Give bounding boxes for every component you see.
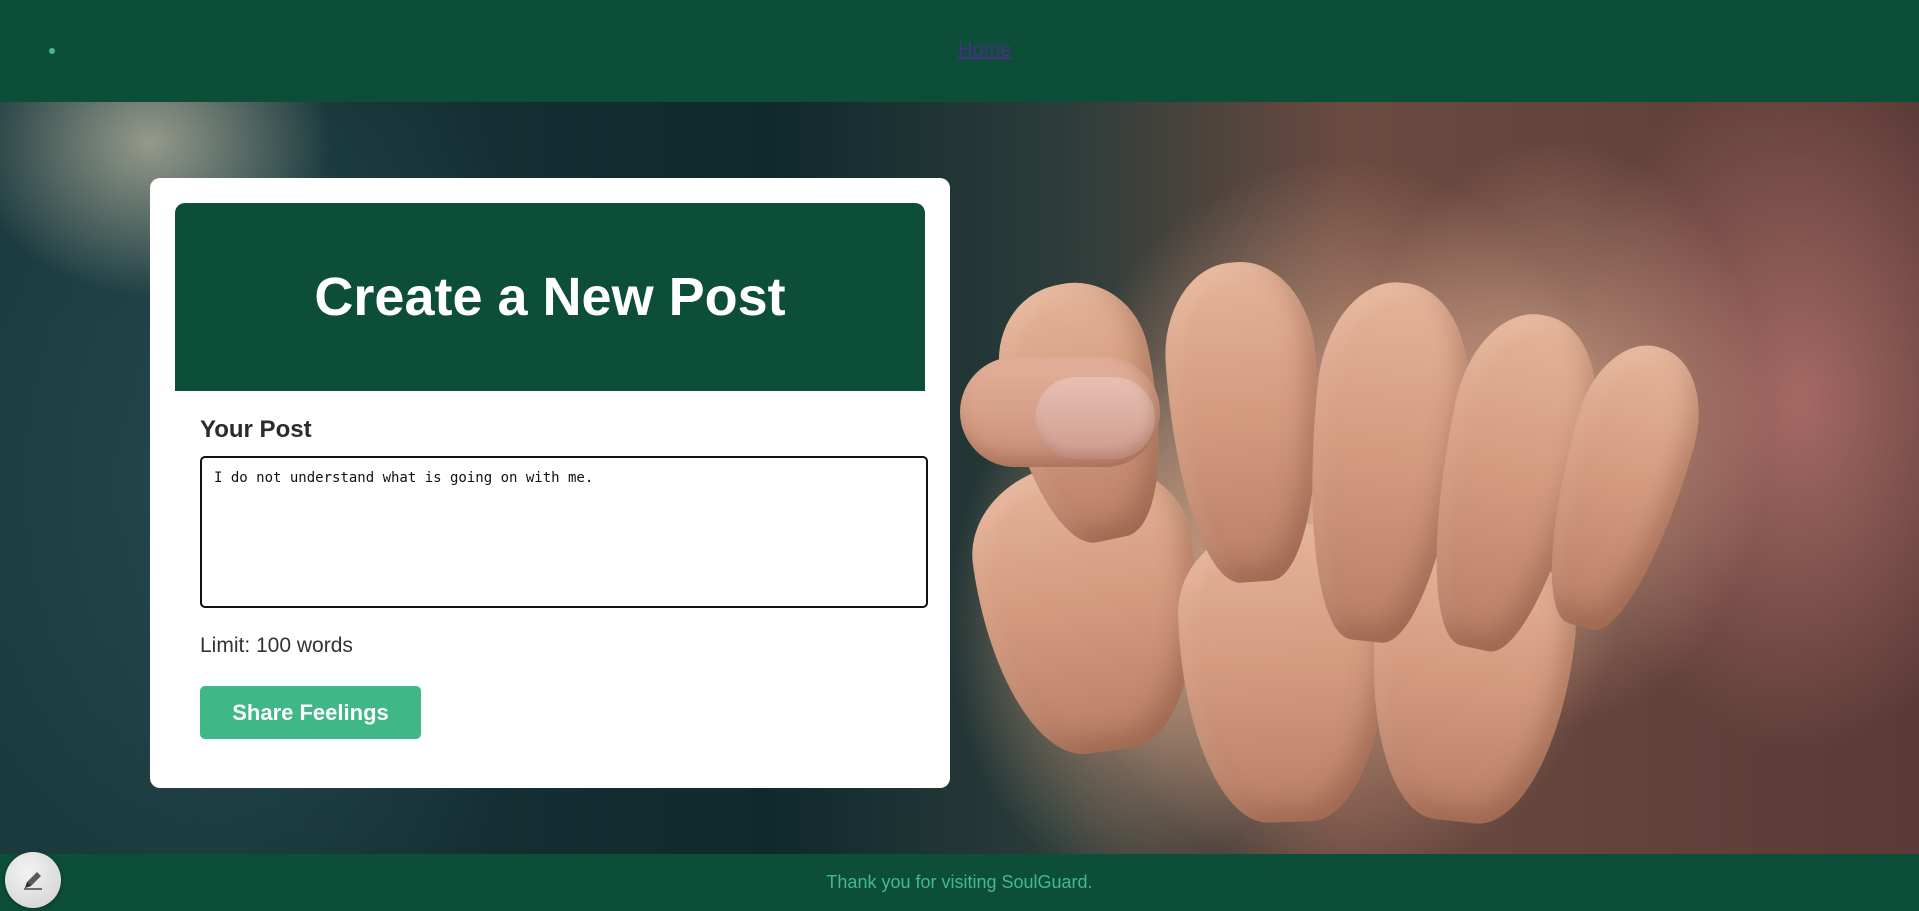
top-navbar: Home (0, 0, 1919, 102)
thumbnail-shape (1035, 377, 1155, 459)
word-limit-text: Limit: 100 words (200, 634, 353, 657)
nav-bullet-icon (49, 48, 55, 54)
footer-text: Thank you for visiting SoulGuard. (826, 872, 1093, 892)
nav-link-home[interactable]: Home (958, 39, 1011, 62)
post-textarea[interactable] (200, 456, 928, 608)
card-header: Create a New Post (175, 203, 925, 391)
pencil-icon (24, 872, 42, 890)
edit-fab-button[interactable] (5, 852, 61, 908)
page-title: Create a New Post (314, 267, 786, 327)
create-post-card: Create a New Post Your Post Limit: 100 w… (150, 178, 950, 788)
page-footer: Thank you for visiting SoulGuard. (0, 854, 1919, 911)
post-label: Your Post (200, 416, 312, 443)
share-feelings-button[interactable]: Share Feelings (200, 686, 421, 739)
